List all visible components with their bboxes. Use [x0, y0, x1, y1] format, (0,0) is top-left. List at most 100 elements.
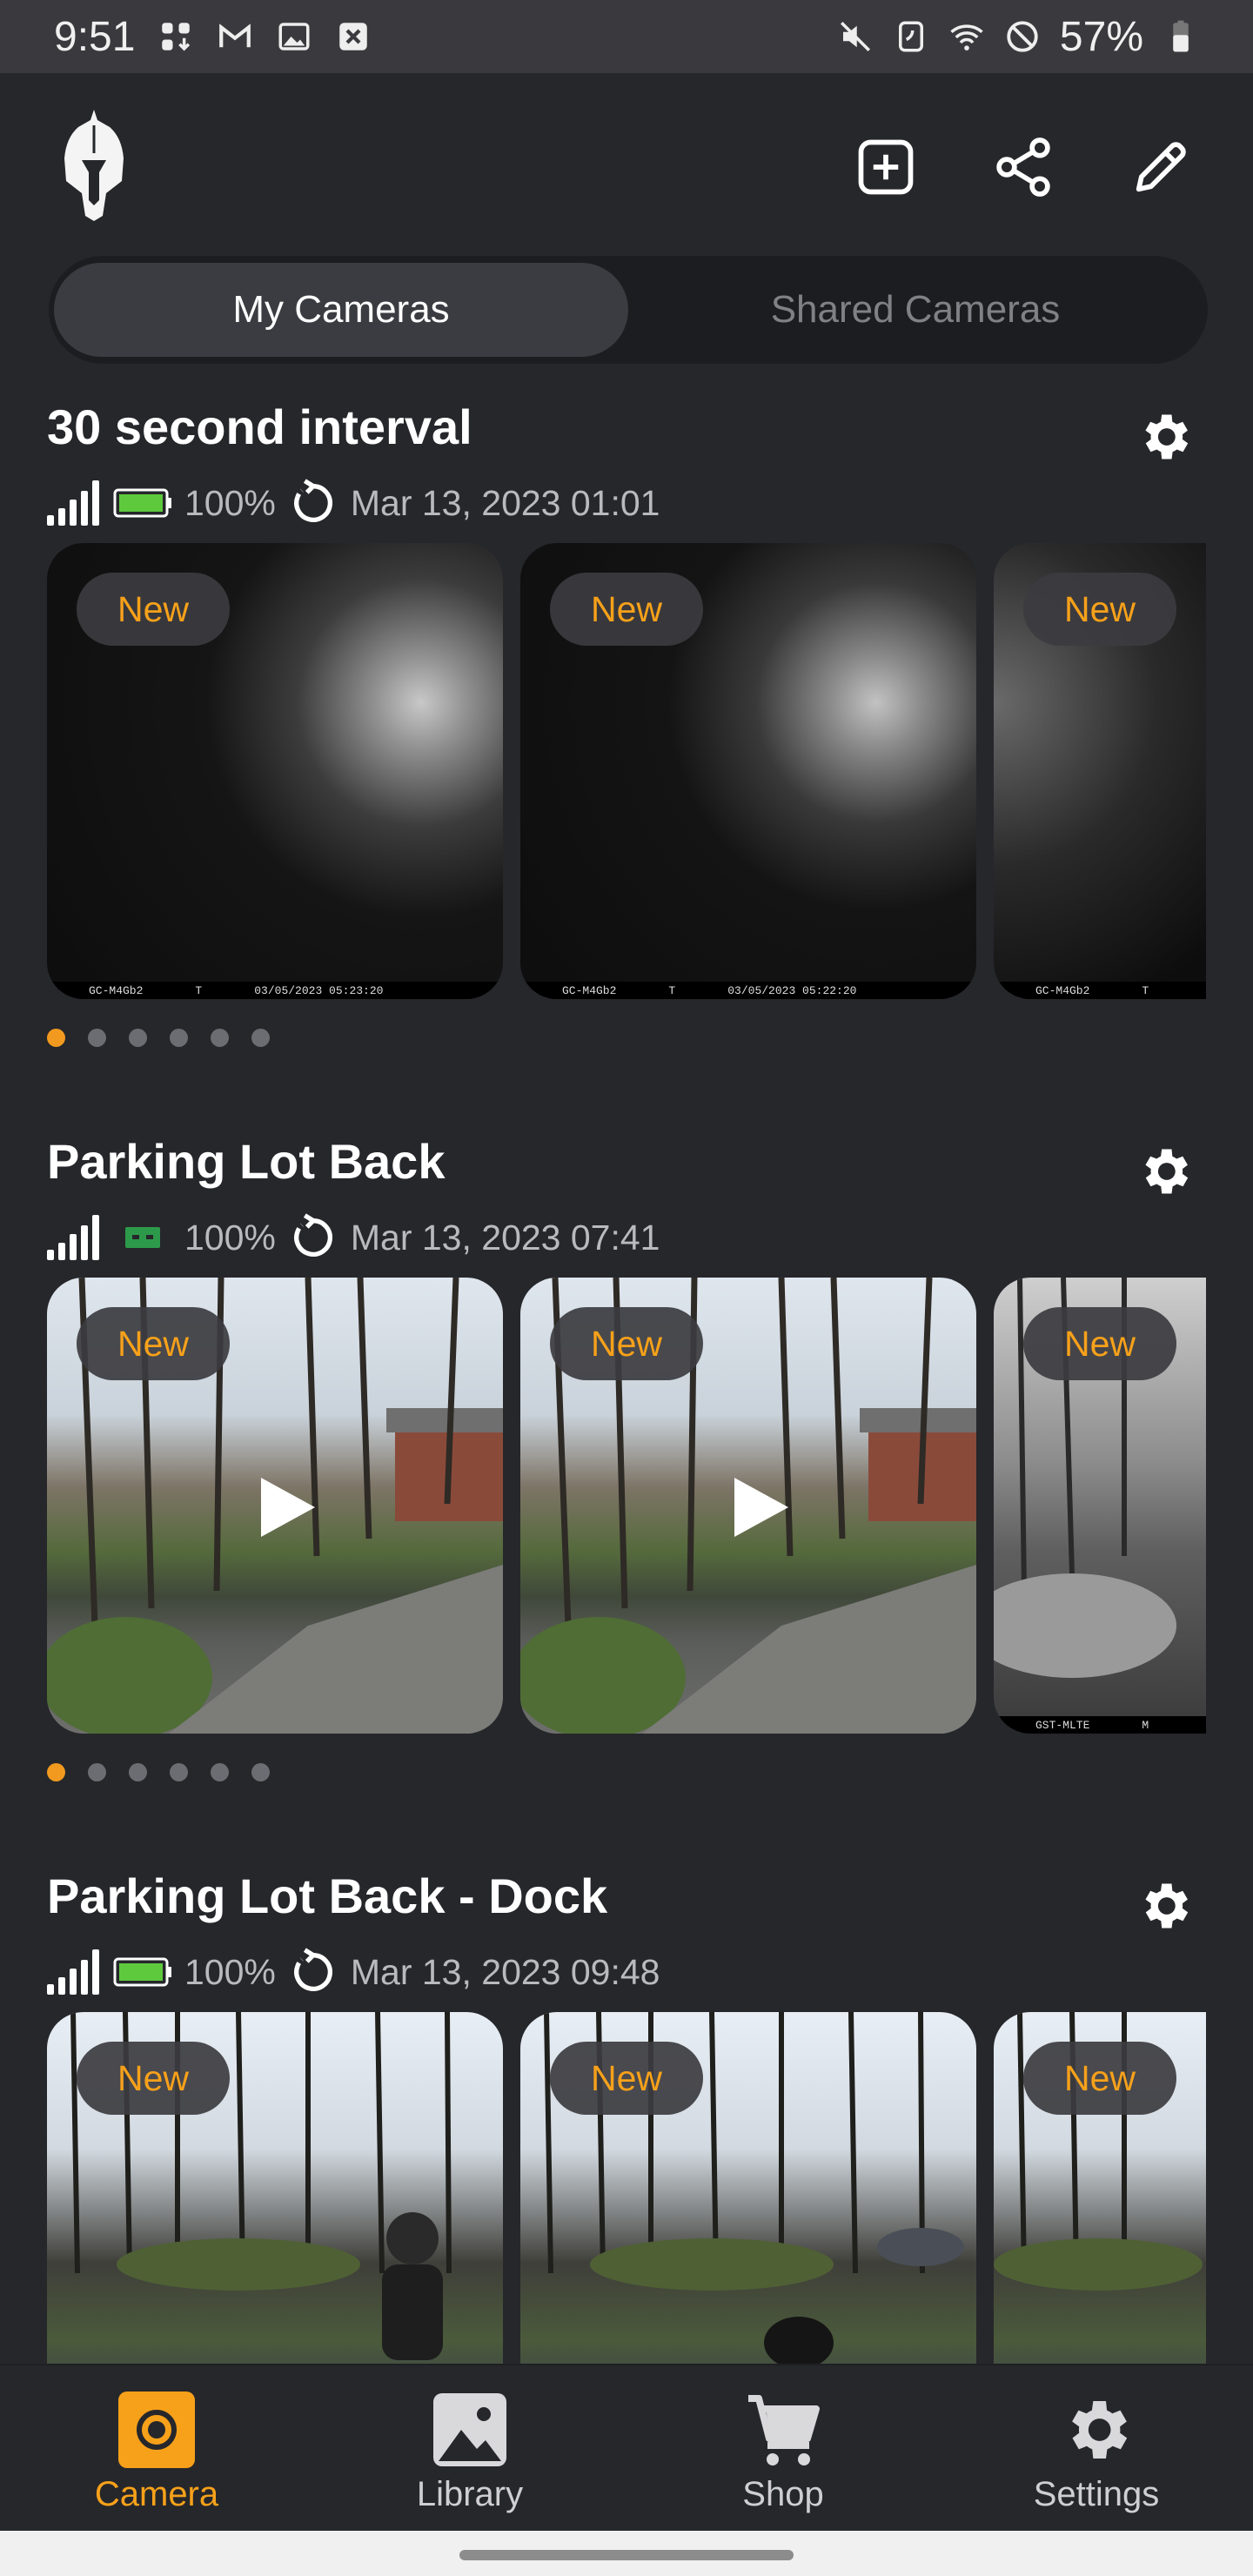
- thumbnail-carousel[interactable]: New New New: [47, 2012, 1206, 2364]
- camera-battery-icon: [113, 488, 171, 518]
- nav-shop[interactable]: Shop: [626, 2365, 940, 2532]
- camera-status-row: 100% Mar 13, 2023 01:01: [47, 477, 660, 529]
- plus-square-icon: [858, 139, 914, 195]
- camera-title[interactable]: 30 second interval: [47, 399, 472, 455]
- do-not-disturb-icon: [1004, 18, 1041, 55]
- new-badge: New: [550, 573, 703, 646]
- stamp-flag: T: [1142, 983, 1149, 997]
- camera-thumbnail[interactable]: New GC-M4Gb2 T 03/05/2023 05:22:20: [520, 543, 976, 999]
- app-grid-notification-icon: [157, 18, 194, 55]
- pencil-icon: [1136, 142, 1186, 192]
- camera-thumbnail[interactable]: New: [47, 1278, 503, 1734]
- stamp-time: 03/05/2023 05:23:20: [254, 983, 384, 997]
- page-dot-active[interactable]: [47, 1763, 65, 1781]
- image-timestamp-strip: GST-MLTE M: [994, 1716, 1206, 1734]
- camera-status-row: 100% Mar 13, 2023 09:48: [47, 1946, 660, 1998]
- camera-last-updated: Mar 13, 2023 01:01: [350, 482, 660, 523]
- thumbnail-carousel[interactable]: New New New: [47, 1278, 1206, 1734]
- nav-settings[interactable]: Settings: [940, 2365, 1253, 2532]
- camera-battery-level: 100%: [184, 1217, 276, 1258]
- edit-button[interactable]: [1126, 132, 1196, 202]
- image-timestamp-strip: GC-M4Gb2 T 03/05/2023 05:23:20: [47, 982, 503, 999]
- new-badge: New: [77, 573, 230, 646]
- nav-camera-label: Camera: [94, 2475, 219, 2513]
- gallery-notification-icon: [276, 18, 312, 55]
- page-dot[interactable]: [170, 1763, 188, 1781]
- camera-tabs: My Cameras Shared Cameras: [49, 256, 1208, 364]
- camera-thumbnail[interactable]: New GST-MLTE M: [994, 1278, 1206, 1734]
- thumbnail-carousel[interactable]: New GC-M4Gb2 T 03/05/2023 05:23:20 New G…: [47, 543, 1206, 999]
- carousel-page-dots: [47, 1029, 270, 1047]
- play-video-icon[interactable]: [258, 1474, 318, 1540]
- stamp-time: 03/05/2023 05:22:20: [727, 983, 857, 997]
- status-bar: 9:51 57%: [0, 0, 1253, 73]
- bottom-navigation: Camera Library Shop Settings: [0, 2364, 1253, 2531]
- tab-shared-cameras[interactable]: Shared Cameras: [628, 263, 1203, 357]
- page-dot[interactable]: [129, 1763, 147, 1781]
- phone-battery-icon: [1163, 18, 1199, 55]
- camera-thumbnail[interactable]: New GC-M4Gb2 T: [994, 543, 1206, 999]
- camera-battery-level: 100%: [184, 482, 276, 523]
- camera-icon: [118, 2392, 195, 2468]
- wifi-icon: [948, 18, 985, 55]
- nav-library-label: Library: [416, 2475, 524, 2513]
- nav-camera[interactable]: Camera: [0, 2365, 313, 2532]
- camera-thumbnail[interactable]: New: [520, 1278, 976, 1734]
- page-dot[interactable]: [211, 1029, 229, 1047]
- home-indicator[interactable]: [459, 2550, 794, 2560]
- mute-icon: [837, 18, 874, 55]
- camera-title[interactable]: Parking Lot Back: [47, 1133, 445, 1190]
- camera-last-updated: Mar 13, 2023 09:48: [350, 1951, 660, 1992]
- camera-thumbnail[interactable]: New: [994, 2012, 1206, 2364]
- camera-card: Parking Lot Back 100% Mar 13, 2023 07:41…: [0, 1133, 1253, 1821]
- shopping-cart-icon: [745, 2392, 821, 2468]
- camera-settings-gear-icon[interactable]: [1135, 1876, 1194, 1935]
- camera-thumbnail[interactable]: New GC-M4Gb2 T 03/05/2023 05:23:20: [47, 543, 503, 999]
- camera-status-row: 100% Mar 13, 2023 07:41: [47, 1211, 660, 1264]
- camera-settings-gear-icon[interactable]: [1135, 1142, 1194, 1201]
- stamp-model: GC-M4Gb2: [562, 983, 617, 997]
- page-dot[interactable]: [129, 1029, 147, 1047]
- stamp-model: GC-M4Gb2: [1035, 983, 1090, 997]
- share-button[interactable]: [988, 132, 1058, 202]
- page-dot[interactable]: [170, 1029, 188, 1047]
- new-badge: New: [77, 1307, 230, 1380]
- camera-title[interactable]: Parking Lot Back - Dock: [47, 1868, 607, 1924]
- status-time: 9:51: [54, 13, 136, 60]
- cell-signal-icon: [47, 1949, 99, 1995]
- sync-icon: [293, 1213, 332, 1257]
- new-badge: New: [77, 2042, 230, 2115]
- page-dot-active[interactable]: [47, 1029, 65, 1047]
- camera-thumbnail[interactable]: New: [520, 2012, 976, 2364]
- camera-card: 30 second interval 100% Mar 13, 2023 01:…: [0, 399, 1253, 1086]
- image-timestamp-strip: GC-M4Gb2 T 03/05/2023 05:22:20: [520, 982, 976, 999]
- tab-my-cameras[interactable]: My Cameras: [54, 263, 628, 357]
- add-camera-button[interactable]: [851, 132, 921, 202]
- app-header: [0, 73, 1253, 247]
- camera-settings-gear-icon[interactable]: [1135, 407, 1194, 466]
- camera-thumbnail[interactable]: New: [47, 2012, 503, 2364]
- new-badge: New: [550, 2042, 703, 2115]
- sync-icon: [293, 1948, 332, 1991]
- new-badge: New: [1023, 573, 1176, 646]
- stamp-flag: T: [668, 983, 676, 997]
- library-photo-icon: [432, 2392, 508, 2468]
- nav-shop-label: Shop: [742, 2475, 824, 2513]
- page-dot[interactable]: [251, 1029, 270, 1047]
- spartan-helmet-logo-icon: [59, 110, 129, 223]
- camera-card: Parking Lot Back - Dock 100% Mar 13, 202…: [0, 1868, 1253, 2364]
- page-dot[interactable]: [211, 1763, 229, 1781]
- stamp-flag: T: [195, 983, 203, 997]
- camera-last-updated: Mar 13, 2023 07:41: [350, 1217, 660, 1258]
- nav-settings-label: Settings: [1033, 2475, 1160, 2513]
- page-dot[interactable]: [251, 1763, 270, 1781]
- new-badge: New: [1023, 1307, 1176, 1380]
- stamp-flag: M: [1142, 1718, 1149, 1732]
- new-badge: New: [1023, 2042, 1176, 2115]
- page-dot[interactable]: [88, 1763, 106, 1781]
- image-timestamp-strip: GC-M4Gb2 T: [994, 982, 1206, 999]
- page-dot[interactable]: [88, 1029, 106, 1047]
- share-icon: [996, 138, 1050, 197]
- nav-library[interactable]: Library: [313, 2365, 626, 2532]
- play-video-icon[interactable]: [731, 1474, 792, 1540]
